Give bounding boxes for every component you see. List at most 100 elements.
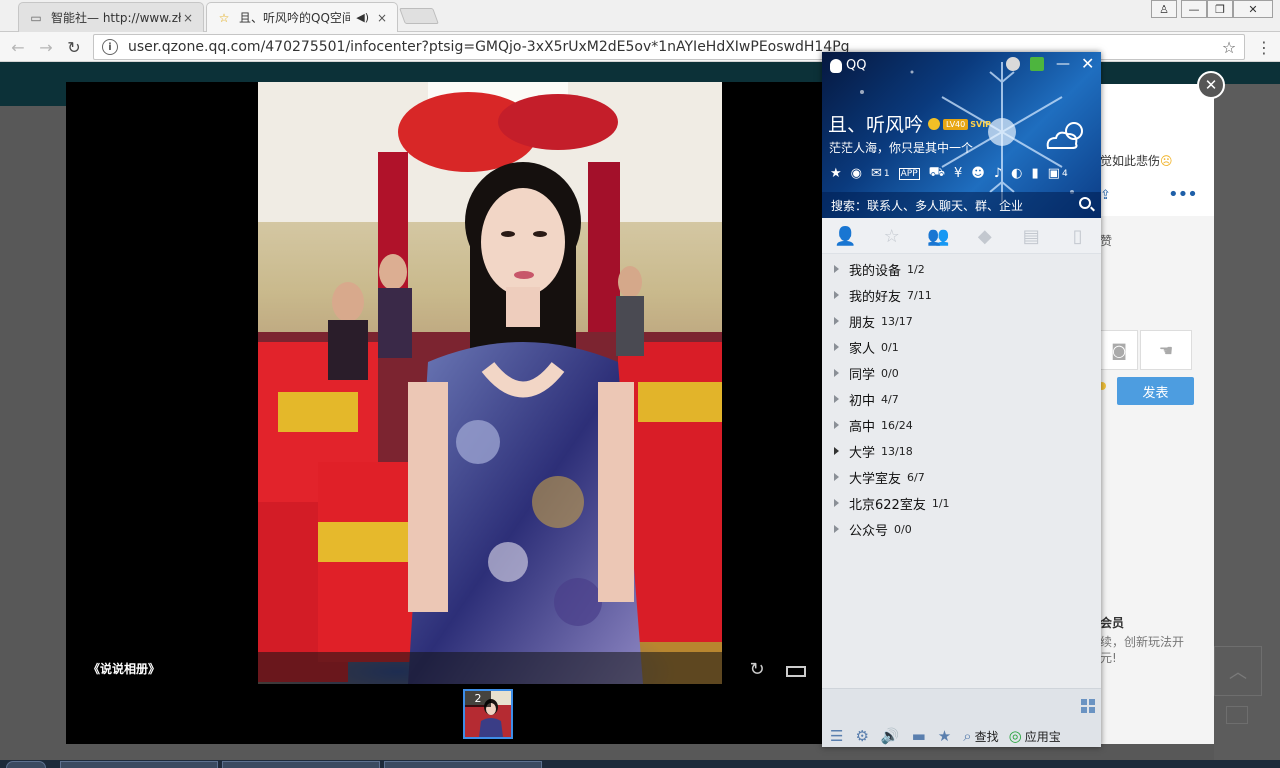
gift-icon[interactable]: ▮: [1032, 166, 1039, 181]
wallet-icon[interactable]: ¥: [954, 166, 962, 181]
find-button[interactable]: ⌕ 查找: [963, 727, 998, 745]
qq-signature[interactable]: 茫茫人海，你只是其中一个: [829, 139, 973, 156]
qq-search-bar[interactable]: 搜索：联系人、多人聊天、群、企业: [822, 192, 1101, 218]
speaker-icon[interactable]: ◀): [356, 11, 369, 24]
qq-toolbar: ☰ ⚙ 🔊 ▬ ★ ⌕ 查找 ◎ 应用宝: [830, 727, 1100, 745]
camera-icon[interactable]: ◙: [1100, 330, 1138, 370]
group-row[interactable]: 公众号 0/0: [822, 516, 1101, 542]
photo-image[interactable]: [258, 82, 722, 684]
hand-icon[interactable]: ☚: [1140, 330, 1192, 370]
taskbar-item[interactable]: [384, 761, 542, 768]
qq-header: QQ — ✕ 且、听风吟 LV40 SVIP 茫茫人海，你只是其中一个 ★ ◉ …: [822, 52, 1101, 218]
expand-arrow-icon: [834, 421, 839, 429]
publish-button[interactable]: 发表: [1117, 377, 1194, 405]
scroll-top-icon[interactable]: ︿: [1214, 646, 1262, 696]
expand-arrow-icon: [834, 525, 839, 533]
medal-icon[interactable]: [1006, 57, 1020, 71]
tab-messages-icon[interactable]: ▤: [1008, 218, 1055, 254]
group-count: 1/2: [907, 262, 925, 276]
group-row[interactable]: 高中 16/24: [822, 412, 1101, 438]
group-count: 6/7: [907, 470, 925, 484]
group-name: 我的好友: [849, 289, 902, 305]
thumbnail-count: 2: [465, 691, 491, 707]
info-icon[interactable]: i: [102, 39, 118, 55]
group-row[interactable]: 初中 4/7: [822, 386, 1101, 412]
tab-favorites-icon[interactable]: ☆: [869, 218, 916, 254]
qq-group-list: 我的设备 1/2 我的好友 7/11 朋友 13/17 家人 0/1 同学 0/0 初中 4…: [822, 256, 1101, 542]
start-button[interactable]: [6, 761, 46, 768]
game-icon[interactable]: ◐: [1011, 166, 1022, 181]
group-row[interactable]: 大学 13/18: [822, 438, 1101, 464]
tab-zhinengshe[interactable]: ▭ 智能社— http://www.zł ×: [18, 2, 204, 32]
more-icon[interactable]: •••: [1168, 184, 1198, 205]
minimize-button[interactable]: —: [1181, 0, 1207, 18]
group-row[interactable]: 大学室友 6/7: [822, 464, 1101, 490]
main-menu-icon[interactable]: ☰: [830, 727, 843, 745]
forward-arrow-icon[interactable]: →: [36, 37, 56, 57]
group-name: 大学室友: [849, 471, 902, 487]
weather-icon[interactable]: [1044, 118, 1088, 152]
photo-drawing: [258, 82, 722, 684]
taskbar-item[interactable]: [60, 761, 218, 768]
bookmark-star-icon[interactable]: ☆: [1218, 38, 1240, 57]
tab-qzone[interactable]: ☆ 且、听风吟的QQ空间 ◀) ×: [206, 2, 398, 32]
qq-search-placeholder: 搜索：联系人、多人聊天、群、企业: [831, 198, 1024, 213]
qq-badges[interactable]: LV40 SVIP: [928, 118, 991, 130]
folder-icon[interactable]: ▬: [912, 727, 926, 745]
search-icon[interactable]: [1079, 197, 1091, 209]
app-icon[interactable]: APP: [898, 167, 920, 180]
album-link[interactable]: 《说说相册》: [88, 660, 160, 677]
user-icon[interactable]: ♙: [1151, 0, 1177, 18]
app-store-button[interactable]: ◎ 应用宝: [1009, 727, 1061, 745]
taskbar-item[interactable]: [222, 761, 380, 768]
tab-contacts-icon[interactable]: 👤: [822, 218, 869, 254]
window-close-button[interactable]: ✕: [1233, 0, 1273, 18]
photo-thumbnail[interactable]: 2: [463, 689, 513, 739]
star-icon[interactable]: ★: [830, 166, 842, 181]
group-row[interactable]: 家人 0/1: [822, 334, 1101, 360]
group-row[interactable]: 同学 0/0: [822, 360, 1101, 386]
fullscreen-icon[interactable]: [786, 666, 806, 677]
close-viewer-button[interactable]: ✕: [1197, 71, 1225, 99]
restore-button[interactable]: ❐: [1207, 0, 1233, 18]
group-row[interactable]: 朋友 13/17: [822, 308, 1101, 334]
tab-school-icon[interactable]: ◆: [962, 218, 1009, 254]
cart-icon[interactable]: ⛟: [929, 165, 945, 182]
share-icon[interactable]: ⇪: [1100, 188, 1111, 203]
robot-icon[interactable]: ▣ 4: [1048, 166, 1068, 181]
group-name: 初中: [849, 393, 876, 409]
close-icon[interactable]: ×: [375, 11, 389, 25]
space-icon[interactable]: ◉: [851, 166, 862, 181]
expand-arrow-icon: [834, 291, 839, 299]
tab-phone-icon[interactable]: ▯: [1055, 218, 1102, 254]
pet-icon[interactable]: ☻: [971, 166, 985, 181]
music-icon[interactable]: ♪: [994, 166, 1002, 181]
sad-emoji-icon: ☹: [1160, 154, 1173, 168]
group-row[interactable]: 我的设备 1/2: [822, 256, 1101, 282]
favorites-icon[interactable]: ★: [938, 727, 951, 745]
app-grid-icon[interactable]: [1081, 699, 1095, 713]
close-icon[interactable]: ×: [181, 11, 195, 25]
mail-count: 1: [883, 168, 890, 179]
group-name: 同学: [849, 367, 876, 383]
expand-arrow-icon: [834, 395, 839, 403]
feedback-icon[interactable]: [1226, 706, 1248, 724]
settings-gear-icon[interactable]: ⚙: [855, 727, 868, 745]
group-row[interactable]: 北京622室友 1/1: [822, 490, 1101, 516]
menu-icon[interactable]: ⋮: [1256, 37, 1272, 57]
tab-groups-icon[interactable]: 👥: [915, 218, 962, 254]
back-arrow-icon[interactable]: ←: [8, 37, 28, 57]
qq-close-button[interactable]: ✕: [1081, 54, 1094, 73]
group-name: 大学: [849, 445, 876, 461]
rotate-icon[interactable]: ↻: [746, 658, 768, 680]
qq-nickname[interactable]: 且、听风吟: [828, 110, 923, 137]
group-name: 北京622室友: [849, 497, 926, 513]
qq-minimize-button[interactable]: —: [1056, 56, 1070, 72]
volume-icon[interactable]: 🔊: [881, 727, 900, 745]
group-row[interactable]: 我的好友 7/11: [822, 282, 1101, 308]
reload-icon[interactable]: ↻: [64, 37, 84, 57]
new-tab-button[interactable]: [399, 8, 439, 24]
shield-icon[interactable]: [1030, 57, 1044, 71]
mail-icon[interactable]: ✉ 1: [871, 166, 890, 181]
appstore-icon: ◎: [1008, 727, 1022, 745]
